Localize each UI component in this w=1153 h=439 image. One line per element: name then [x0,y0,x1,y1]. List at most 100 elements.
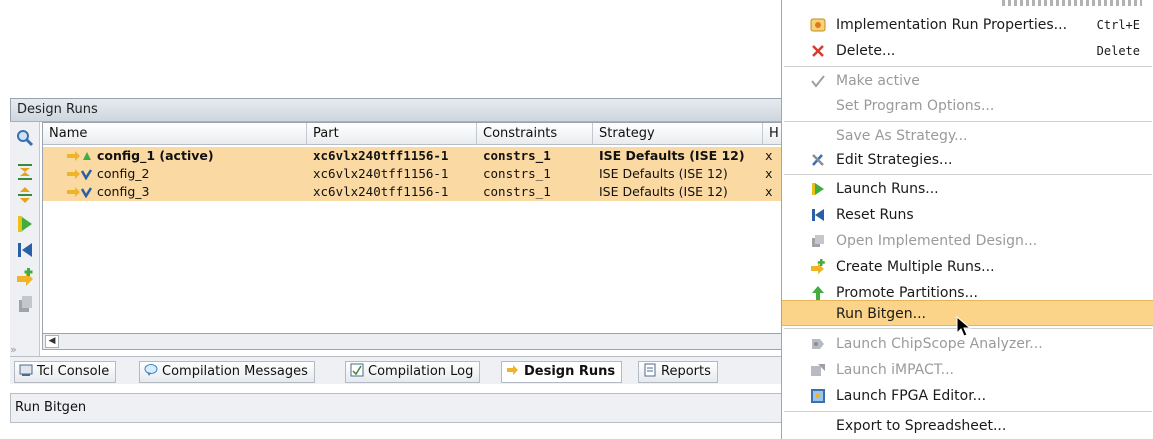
tab-label: Tcl Console [37,364,110,379]
bottom-tab-bar: Tcl Console Compilation Messages Compila… [10,356,790,384]
menu-item-launch-fpga-editor[interactable]: Launch FPGA Editor... [782,383,1153,409]
column-header-name[interactable]: Name [43,123,307,145]
runs-table: Name Part Constraints Strategy H config_… [42,122,790,334]
menu-item-label: Delete... [836,43,896,59]
menu-item-shortcut: Ctrl+E [1096,18,1140,32]
launch-icon [810,181,826,197]
menu-item-label: Run Bitgen... [836,306,927,322]
menu-item-edit-strategies[interactable]: Edit Strategies... [782,147,1153,173]
menu-item-export-to-spreadsheet[interactable]: Export to Spreadsheet... [782,413,1153,439]
tab-design-runs[interactable]: Design Runs [501,361,623,383]
menu-item-label: Open Implemented Design... [836,233,1038,249]
run-strategy: ISE Defaults (ISE 12) [599,184,728,199]
table-row[interactable]: config_1 (active) xc6vlx240tff1156-1 con… [43,147,789,165]
reset-run-icon[interactable] [15,240,35,260]
menu-item-label: Export to Spreadsheet... [836,418,1007,434]
log-icon [350,363,364,377]
fpga-editor-icon [810,388,826,404]
side-toolbar [10,122,40,358]
menu-separator [784,411,1152,412]
search-icon[interactable] [15,128,35,148]
menu-item-label: Reset Runs [836,207,914,223]
context-menu: Implementation Run Properties... Ctrl+E … [781,0,1153,439]
table-header: Name Part Constraints Strategy H [43,123,789,145]
launch-run-icon[interactable] [15,214,35,234]
menu-item-save-as-strategy: Save As Strategy... [782,123,1153,149]
tab-compilation-messages[interactable]: Compilation Messages [139,361,315,383]
run-name: config_3 [97,184,150,199]
create-runs-icon[interactable] [15,267,35,287]
run-strategy: ISE Defaults (ISE 12) [599,148,745,163]
tab-compilation-log[interactable]: Compilation Log [345,361,481,383]
menu-item-make-active: Make active [782,68,1153,94]
panel-title: Design Runs [10,98,790,122]
tab-label: Design Runs [524,364,616,379]
checkmark-icon [810,73,826,89]
menu-item-label: Launch Runs... [836,181,939,197]
menu-item-reset-runs[interactable]: Reset Runs [782,202,1153,228]
run-part: xc6vlx240tff1156-1 [313,166,449,181]
run-part: xc6vlx240tff1156-1 [313,184,449,199]
tab-label: Reports [661,364,711,379]
impact-icon [810,362,826,378]
menu-item-label: Launch iMPACT... [836,362,955,378]
create-runs-icon [810,259,826,275]
menu-item-open-implemented-design: Open Implemented Design... [782,228,1153,254]
table-row[interactable]: config_3 xc6vlx240tff1156-1 constrs_1 IS… [43,183,789,201]
delete-icon [810,43,826,59]
run-status-icon [67,186,93,199]
properties-icon [810,17,826,33]
menu-separator [784,66,1152,67]
menu-item-shortcut: Delete [1096,44,1140,58]
run-constraints: constrs_1 [483,148,551,163]
menu-item-run-properties[interactable]: Implementation Run Properties... Ctrl+E [782,12,1153,38]
collapse-chevron-icon[interactable]: » [10,343,17,356]
active-run-icon [67,150,93,162]
menu-item-delete[interactable]: Delete... Delete [782,38,1153,64]
design-runs-panel: Design Runs Name Part Constraints Strate… [10,98,790,428]
tab-tcl-console[interactable]: Tcl Console [14,361,117,383]
run-constraints: constrs_1 [483,166,551,181]
table-row[interactable]: config_2 xc6vlx240tff1156-1 constrs_1 IS… [43,165,789,183]
menu-top-edge [1002,0,1142,6]
message-bubble-icon [144,364,158,376]
scroll-left-arrow-icon[interactable]: ◀ [45,335,59,348]
menu-item-set-program-options: Set Program Options... [782,93,1153,119]
menu-item-launch-runs[interactable]: Launch Runs... [782,176,1153,202]
tab-label: Compilation Messages [162,364,308,379]
menu-item-label: Implementation Run Properties... [836,17,1068,33]
menu-item-label: Launch FPGA Editor... [836,388,987,404]
mouse-cursor-icon [956,315,972,338]
reset-icon [810,207,826,223]
design-runs-icon [507,365,518,375]
column-header-part[interactable]: Part [307,123,477,145]
horizontal-scrollbar[interactable]: ◀ [42,334,790,350]
collapse-all-icon[interactable] [15,162,35,182]
tab-reports[interactable]: Reports [638,361,718,383]
menu-separator [784,121,1152,122]
column-header-strategy[interactable]: Strategy [593,123,763,145]
run-name: config_1 (active) [97,148,214,163]
tools-icon [810,152,826,168]
menu-separator [784,174,1152,175]
menu-item-launch-impact: Launch iMPACT... [782,357,1153,383]
menu-item-label: Create Multiple Runs... [836,259,995,275]
run-constraints: constrs_1 [483,184,551,199]
tab-label: Compilation Log [368,364,474,379]
menu-item-create-multiple-runs[interactable]: Create Multiple Runs... [782,254,1153,280]
status-bar: Run Bitgen [10,393,790,423]
run-strategy: ISE Defaults (ISE 12) [599,166,728,181]
menu-item-label: Set Program Options... [836,98,995,114]
menu-item-label: Edit Strategies... [836,152,953,168]
open-design-icon [810,233,826,249]
chipscope-icon [810,336,826,352]
run-part: xc6vlx240tff1156-1 [313,148,449,163]
report-icon [644,363,656,377]
expand-all-icon[interactable] [15,185,35,205]
console-icon [19,364,33,376]
open-design-icon[interactable] [15,294,35,314]
run-name: config_2 [97,166,150,181]
promote-icon [810,285,826,301]
column-header-constraints[interactable]: Constraints [477,123,593,145]
menu-item-label: Save As Strategy... [836,128,968,144]
